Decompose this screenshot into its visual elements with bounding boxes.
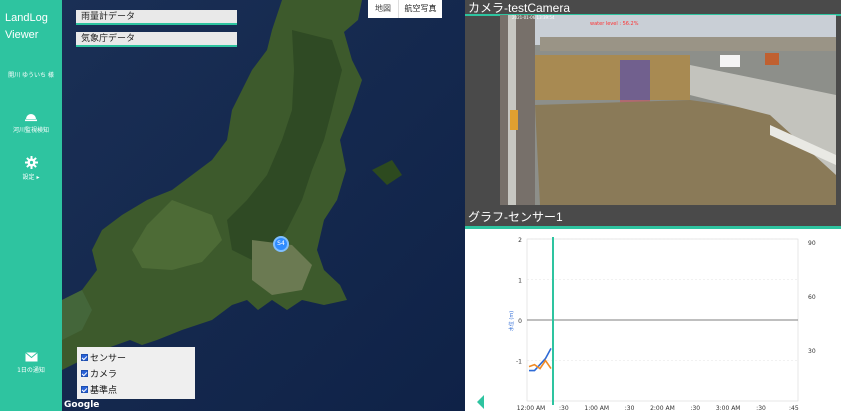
x-tick-label: 12:00 AM [517, 405, 545, 411]
x-tick-label: :30 [756, 405, 766, 411]
y-left-tick-label: -1 [516, 359, 522, 366]
brand-logo[interactable]: LandLog Viewer [5, 10, 48, 44]
sidebar-item-river-monitor[interactable]: 河川監視検知 [0, 110, 62, 134]
x-tick-label: :45 [789, 405, 799, 411]
camera-timestamp: 2021-01-06 13:39:54 [512, 15, 555, 20]
sidebar-item-label: 1日の通知 [17, 367, 45, 374]
sidebar: LandLog Viewer 開川 ゆういち 様 河川監視検知 設定 ▸ 1日の… [0, 0, 62, 411]
x-tick-label: :30 [559, 405, 569, 411]
sidebar-item-notifications[interactable]: 1日の通知 [0, 352, 62, 374]
jma-data-button[interactable]: 気象庁データ [76, 32, 237, 47]
sidebar-item-settings[interactable]: 設定 ▸ [0, 156, 62, 181]
sidebar-item-label: 設定 ▸ [22, 174, 40, 181]
y-axis-label: 水位 (m) [508, 311, 515, 331]
gear-icon [24, 156, 38, 169]
layer-reference-toggle[interactable]: 基準点 [81, 381, 191, 397]
map-type-satellite-button[interactable]: 航空写真 [399, 0, 442, 18]
y-left-tick-label: 0 [518, 318, 522, 325]
back-arrow-icon[interactable] [477, 395, 484, 409]
layer-label: センサー [90, 353, 127, 364]
layer-label: 基準点 [90, 385, 118, 396]
x-tick-label: 3:00 AM [716, 405, 741, 411]
y-left-tick-label: 1 [518, 278, 522, 285]
mail-icon [24, 352, 38, 362]
camera-image [500, 15, 836, 205]
brand-line2: Viewer [5, 29, 39, 41]
y-right-tick-label: 90 [808, 240, 816, 247]
x-tick-label: :30 [625, 405, 635, 411]
map-view[interactable]: 雨量計データ 気象庁データ 地図 航空写真 S4 センサー カメラ 基準点 Go… [62, 0, 465, 411]
rain-gauge-data-button[interactable]: 雨量計データ [76, 10, 237, 25]
sidebar-item-label: 河川監視検知 [12, 127, 49, 134]
layer-label: カメラ [90, 369, 118, 380]
y-right-tick-label: 30 [808, 348, 816, 355]
water-level-chart[interactable]: 2 1 0 -1 90 60 30 水位 (m) 12:00 AM :30 1:00 AM :30 2:… [465, 229, 841, 411]
water-level-readout: water level : 56.2% [590, 21, 639, 27]
checkbox-icon[interactable] [81, 353, 88, 361]
map-type-map-button[interactable]: 地図 [368, 0, 399, 18]
x-tick-label: 1:00 AM [584, 405, 609, 411]
y-right-tick-label: 60 [808, 294, 816, 301]
camera-panel: カメラ-testCamera 2021-01-06 13:39:54 water… [465, 0, 841, 224]
layer-sensor-toggle[interactable]: センサー [81, 349, 191, 365]
y-left-tick-label: 2 [518, 237, 522, 244]
checkbox-icon[interactable] [81, 369, 88, 377]
user-name: 開川 ゆういち 様 [8, 72, 54, 79]
dome-icon [25, 114, 37, 122]
app: LandLog Viewer 開川 ゆういち 様 河川監視検知 設定 ▸ 1日の… [0, 0, 841, 411]
brand-line1: LandLog [5, 12, 48, 24]
x-tick-label: 2:00 AM [650, 405, 675, 411]
sensor-marker[interactable]: S4 [273, 236, 289, 252]
camera-feed[interactable]: 2021-01-06 13:39:54 water level : 56.2% [500, 15, 836, 205]
graph-title: グラフ-センサー1 [468, 210, 563, 224]
layer-camera-toggle[interactable]: カメラ [81, 365, 191, 381]
x-tick-label: :30 [690, 405, 700, 411]
layer-toggle-panel: センサー カメラ 基準点 [77, 347, 195, 399]
graph-panel: グラフ-センサー1 2 1 0 -1 90 60 30 水位 (m) 12:00 AM :30 1:… [465, 205, 841, 411]
checkbox-icon[interactable] [81, 385, 88, 393]
google-attribution: Google [64, 400, 100, 410]
